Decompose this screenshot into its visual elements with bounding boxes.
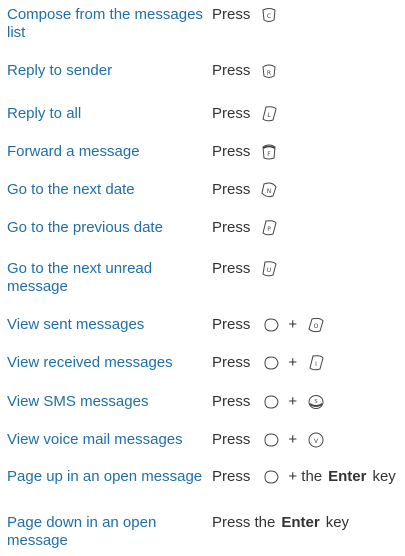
- action-label: View voice mail messages: [7, 431, 183, 448]
- press-text: Press: [212, 431, 251, 448]
- plus-sign: +: [288, 354, 298, 371]
- instruction: Press + O: [212, 316, 325, 334]
- instruction: Press N: [212, 181, 278, 199]
- instruction: Press R: [212, 62, 278, 80]
- modifier-key-icon: [262, 431, 280, 449]
- press-text: Press: [212, 143, 251, 160]
- press-text: Press: [212, 393, 251, 410]
- action-label: Page up in an open message: [7, 468, 203, 485]
- svg-text:F: F: [268, 151, 272, 158]
- action-label: Go to the next unread message: [7, 260, 153, 295]
- press-text: Press: [212, 219, 251, 236]
- enter-key-label: Enter: [328, 468, 367, 485]
- instruction: Press + I: [212, 354, 325, 372]
- press-text: Press: [212, 62, 251, 79]
- instruction: Press + S: [212, 393, 325, 411]
- enter-key-label: Enter: [281, 514, 320, 531]
- plus-sign: +: [288, 393, 298, 410]
- action-label: Page down in an open message: [7, 514, 157, 549]
- instruction: Press P: [212, 219, 278, 237]
- instruction: Press U: [212, 260, 278, 278]
- svg-text:I: I: [315, 361, 317, 368]
- action-label: Go to the next date: [7, 181, 135, 198]
- svg-text:C: C: [267, 13, 271, 20]
- modifier-key-icon: [262, 468, 280, 486]
- action-label: Compose from the messages list: [7, 6, 203, 41]
- svg-text:U: U: [267, 267, 271, 274]
- modifier-key-icon: [262, 393, 280, 411]
- action-label: View received messages: [7, 354, 173, 371]
- i-key-icon: I: [307, 354, 325, 372]
- press-text: Press: [212, 260, 251, 277]
- press-the-text: Press the: [212, 514, 276, 531]
- action-label: Go to the previous date: [7, 219, 163, 236]
- instruction: Press F: [212, 143, 278, 161]
- instruction: Press the Enter key: [212, 514, 349, 532]
- r-key-icon: R: [260, 62, 278, 80]
- plus-the-text: + the: [288, 468, 323, 485]
- key-word: key: [372, 468, 396, 485]
- svg-text:S: S: [315, 399, 318, 405]
- press-text: Press: [212, 316, 251, 333]
- plus-sign: +: [288, 316, 298, 333]
- f-key-icon: F: [260, 143, 278, 161]
- action-label: Forward a message: [7, 143, 140, 160]
- press-text: Press: [212, 354, 251, 371]
- svg-text:P: P: [268, 226, 272, 233]
- press-text: Press: [212, 181, 251, 198]
- c-key-icon: C: [260, 6, 278, 24]
- action-label: View SMS messages: [7, 393, 149, 410]
- key-word: key: [325, 514, 350, 531]
- v-key-icon: V: [307, 431, 325, 449]
- u-key-icon: U: [260, 260, 278, 278]
- instruction: Press + V: [212, 431, 325, 449]
- n-key-icon: N: [260, 181, 278, 199]
- svg-text:R: R: [267, 70, 271, 77]
- l-key-icon: L: [260, 105, 278, 123]
- action-label: View sent messages: [7, 316, 145, 333]
- svg-text:O: O: [314, 323, 319, 330]
- instruction: Press L: [212, 105, 278, 123]
- action-label: Reply to sender: [7, 62, 113, 79]
- instruction: Press + the Enter key: [212, 468, 396, 486]
- press-text: Press: [212, 105, 251, 122]
- press-text: Press: [212, 468, 251, 485]
- instruction: Press C: [212, 6, 278, 24]
- svg-text:N: N: [267, 188, 272, 195]
- modifier-key-icon: [262, 316, 280, 334]
- modifier-key-icon: [262, 354, 280, 372]
- o-key-icon: O: [307, 316, 325, 334]
- press-text: Press: [212, 6, 251, 23]
- p-key-icon: P: [260, 219, 278, 237]
- action-label: Reply to all: [7, 105, 82, 122]
- s-key-icon: S: [307, 393, 325, 411]
- plus-sign: +: [288, 431, 298, 448]
